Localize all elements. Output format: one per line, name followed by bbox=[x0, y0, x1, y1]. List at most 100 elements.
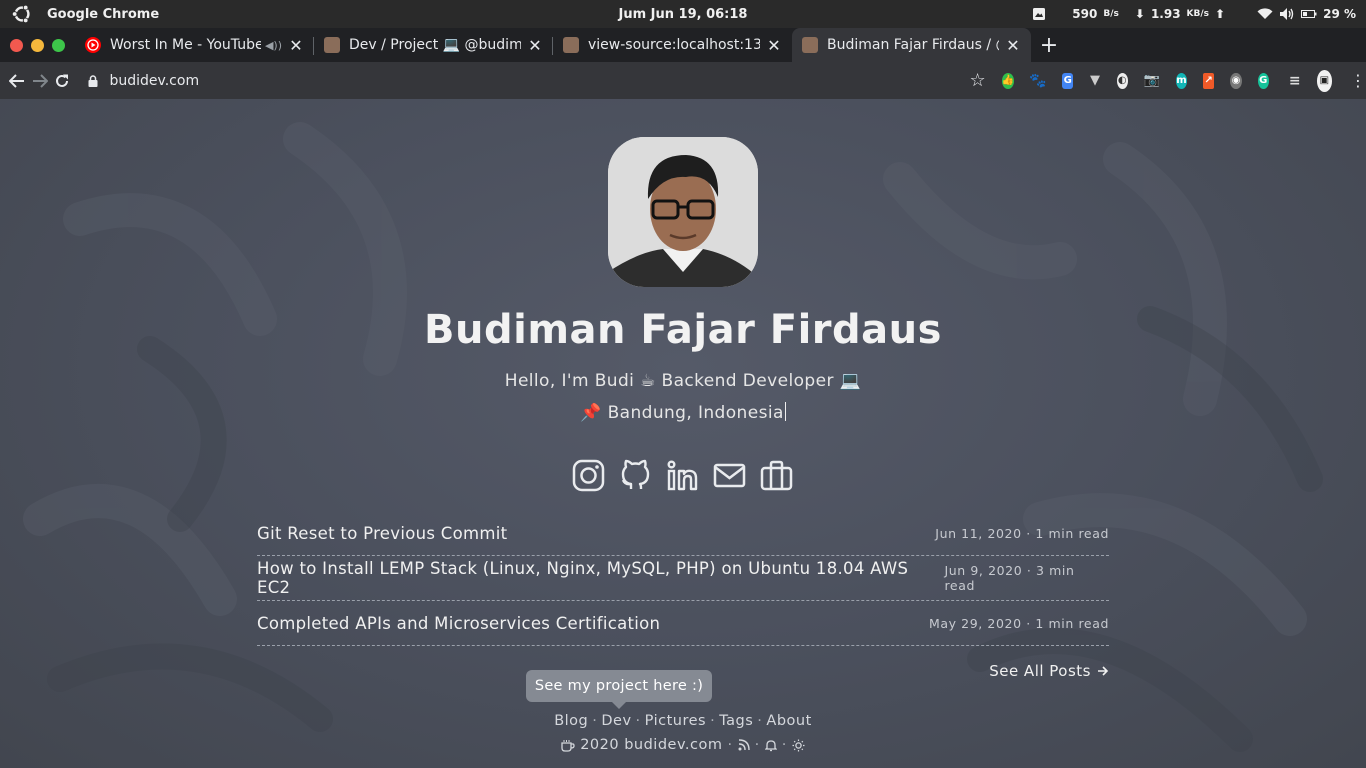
chrome-menu-icon[interactable]: ⋮ bbox=[1350, 71, 1366, 90]
footer-nav: Blog · Dev · Pictures · Tags · About bbox=[554, 713, 812, 729]
extension-thumb-icon[interactable]: 👍 bbox=[1001, 72, 1015, 89]
linkedin-icon[interactable] bbox=[666, 459, 699, 492]
footer-link-about[interactable]: About bbox=[766, 713, 811, 729]
copyright-text: 2020 budidev.com bbox=[580, 737, 723, 753]
active-app-name[interactable]: Google Chrome bbox=[47, 7, 159, 22]
media-queue-icon[interactable]: ≡ bbox=[1289, 73, 1301, 89]
lock-icon[interactable] bbox=[88, 74, 98, 87]
url-text[interactable]: budidev.com bbox=[110, 73, 200, 89]
tab-budidev[interactable]: Budiman Fajar Firdaus / @ ✕ bbox=[792, 28, 1031, 62]
extension-circle-icon[interactable]: ◐ bbox=[1116, 72, 1128, 89]
location-text: 📌 Bandung, Indonesia bbox=[580, 403, 784, 423]
net-upload-rate: 590 bbox=[1072, 7, 1098, 21]
post-row[interactable]: Git Reset to Previous Commit Jun 11, 202… bbox=[257, 511, 1109, 556]
minimize-window-button[interactable] bbox=[31, 38, 44, 52]
download-arrow-icon: ⬇ bbox=[1134, 7, 1145, 21]
address-bar[interactable]: budidev.com bbox=[88, 67, 858, 95]
tab-youtube[interactable]: Worst In Me - YouTube ◀)) ✕ bbox=[75, 28, 314, 62]
reload-button[interactable] bbox=[51, 65, 74, 97]
briefcase-icon[interactable] bbox=[760, 459, 793, 492]
arrow-right-icon bbox=[1098, 666, 1109, 676]
post-title-link[interactable]: Completed APIs and Microservices Certifi… bbox=[257, 614, 660, 633]
project-tooltip: See my project here :) bbox=[526, 670, 712, 709]
net-download-rate: 1.93 bbox=[1150, 7, 1181, 21]
reload-icon bbox=[56, 74, 69, 87]
youtube-icon bbox=[85, 37, 101, 53]
extension-vue-icon[interactable]: ▼ bbox=[1089, 73, 1100, 89]
camera-icon[interactable]: 📷 bbox=[1144, 73, 1160, 89]
footer-copyright: 2020 budidev.com · · · bbox=[0, 737, 1366, 753]
net-upload-unit: B/s bbox=[1103, 9, 1119, 19]
mail-icon[interactable] bbox=[713, 459, 746, 492]
os-top-bar: Google Chrome Jum Jun 19, 06:18 590 B/s … bbox=[0, 0, 1366, 28]
upload-arrow-icon: ⬆ bbox=[1215, 7, 1226, 21]
typing-caret bbox=[784, 402, 786, 421]
battery-percentage: 29 % bbox=[1323, 7, 1356, 21]
volume-icon[interactable] bbox=[1279, 7, 1295, 21]
footer-link-blog[interactable]: Blog bbox=[554, 713, 588, 729]
github-icon[interactable] bbox=[619, 459, 652, 492]
arrow-left-icon bbox=[9, 73, 25, 88]
coffee-cup-icon bbox=[561, 739, 575, 752]
image-viewer-icon[interactable] bbox=[1032, 7, 1046, 21]
arrow-right-icon bbox=[32, 73, 48, 88]
extension-shield-icon[interactable]: ◉ bbox=[1230, 72, 1242, 89]
see-all-label: See All Posts bbox=[989, 662, 1091, 680]
grammarly-icon[interactable]: G bbox=[1257, 72, 1269, 89]
close-tab-icon[interactable]: ✕ bbox=[766, 36, 782, 55]
profile-photo bbox=[608, 137, 758, 287]
sun-icon[interactable] bbox=[792, 739, 805, 752]
tab-strip: Worst In Me - YouTube ◀)) ✕ Dev / Projec… bbox=[0, 28, 1366, 62]
avatar-favicon bbox=[802, 37, 818, 53]
wifi-icon[interactable] bbox=[1257, 8, 1273, 20]
post-meta: Jun 9, 2020 · 3 min read bbox=[944, 563, 1075, 593]
post-meta: Jun 11, 2020 · 1 min read bbox=[935, 525, 1109, 541]
tab-title: Dev / Project 💻 @budiman bbox=[349, 37, 521, 53]
ubuntu-logo-icon[interactable] bbox=[11, 3, 33, 25]
audio-playing-icon[interactable]: ◀)) bbox=[265, 39, 282, 52]
post-row[interactable]: Completed APIs and Microservices Certifi… bbox=[257, 601, 1109, 646]
recent-posts-list: Git Reset to Previous Commit Jun 11, 202… bbox=[257, 511, 1109, 646]
bell-icon[interactable] bbox=[764, 739, 777, 752]
tab-title: view-source:localhost:1313 bbox=[588, 37, 760, 53]
extension-chart-icon[interactable]: ↗ bbox=[1203, 72, 1215, 89]
window-controls bbox=[0, 28, 75, 62]
tab-title: Budiman Fajar Firdaus / @ bbox=[827, 37, 999, 53]
post-meta: May 29, 2020 · 1 min read bbox=[928, 615, 1109, 631]
tab-title: Worst In Me - YouTube bbox=[110, 37, 261, 53]
profile-avatar[interactable]: ▣ bbox=[1316, 69, 1333, 92]
maximize-window-button[interactable] bbox=[52, 38, 65, 52]
footer-link-pictures[interactable]: Pictures bbox=[645, 713, 706, 729]
close-window-button[interactable] bbox=[10, 38, 23, 52]
forward-button[interactable] bbox=[29, 65, 52, 97]
web-page: Budiman Fajar Firdaus Hello, I'm Budi ☕ … bbox=[0, 99, 1366, 768]
footer-link-tags[interactable]: Tags bbox=[719, 713, 753, 729]
post-title-link[interactable]: How to Install LEMP Stack (Linux, Nginx,… bbox=[257, 559, 944, 597]
back-button[interactable] bbox=[6, 65, 29, 97]
profile-bio: Hello, I'm Budi ☕ Backend Developer 💻 bbox=[504, 371, 862, 391]
post-row[interactable]: How to Install LEMP Stack (Linux, Nginx,… bbox=[257, 556, 1109, 601]
tab-view-source[interactable]: view-source:localhost:1313 ✕ bbox=[553, 28, 792, 62]
instagram-icon[interactable] bbox=[572, 459, 605, 492]
avatar-favicon bbox=[563, 37, 579, 53]
profile-name: Budiman Fajar Firdaus bbox=[424, 307, 942, 353]
profile-location: 📌 Bandung, Indonesia bbox=[0, 402, 1366, 423]
close-tab-icon[interactable]: ✕ bbox=[527, 36, 543, 55]
post-title-link[interactable]: Git Reset to Previous Commit bbox=[257, 524, 507, 543]
bookmark-star-icon[interactable]: ☆ bbox=[970, 70, 986, 91]
see-all-posts-link[interactable]: See All Posts bbox=[989, 662, 1109, 680]
close-tab-icon[interactable]: ✕ bbox=[288, 36, 304, 55]
close-tab-icon[interactable]: ✕ bbox=[1005, 36, 1021, 55]
new-tab-button[interactable]: + bbox=[1031, 28, 1067, 62]
extension-m-icon[interactable]: m bbox=[1175, 72, 1188, 89]
net-download-unit: KB/s bbox=[1186, 9, 1210, 19]
rss-icon[interactable] bbox=[738, 739, 750, 751]
extension-paw-icon[interactable]: 🐾 bbox=[1029, 73, 1046, 89]
google-translate-icon[interactable]: G bbox=[1062, 72, 1074, 89]
footer-link-dev[interactable]: Dev bbox=[601, 713, 631, 729]
social-links bbox=[572, 459, 793, 492]
tab-dev-project[interactable]: Dev / Project 💻 @budiman ✕ bbox=[314, 28, 553, 62]
battery-icon[interactable] bbox=[1301, 9, 1317, 19]
tooltip-arrow bbox=[612, 702, 626, 709]
tooltip-text: See my project here :) bbox=[534, 678, 704, 694]
